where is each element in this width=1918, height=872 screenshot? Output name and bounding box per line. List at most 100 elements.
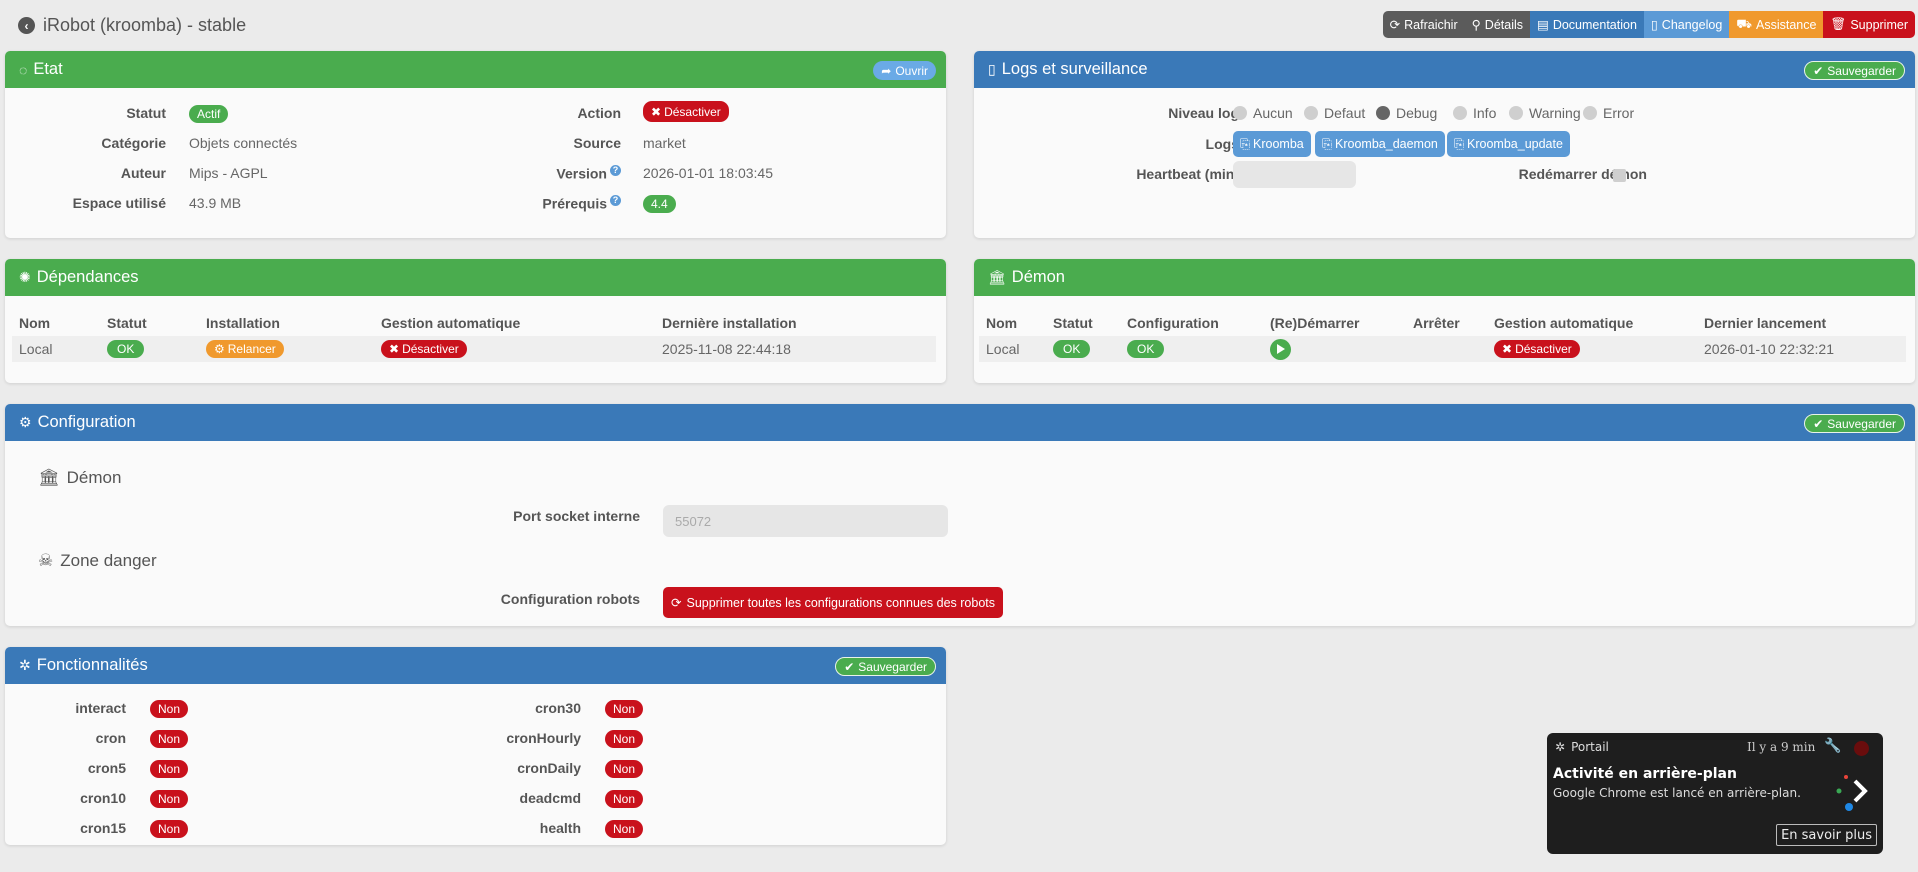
action-label: Action [577,105,621,121]
radio-dot[interactable] [1509,106,1523,120]
col-dernier: Dernier lancement [1704,314,1827,331]
play-button[interactable] [1270,338,1291,360]
wrench-icon[interactable]: 🔧 [1824,738,1841,754]
notification-source: ✲ Portail [1555,740,1609,754]
refresh-button[interactable]: ⟳ Rafraichir [1382,11,1465,38]
prerequis-badge: 4.4 [643,195,676,213]
feature-badge: Non [150,760,189,778]
demon-desactiver-button[interactable]: ✖ Désactiver [1494,340,1580,358]
circle-notch-icon: ◌ [19,61,28,78]
feature-label: interact [75,700,126,716]
delete-button[interactable]: 🗑 Supprimer [1823,11,1915,38]
search-icon: ⚲ [1471,18,1481,32]
times-icon: ✖ [389,342,400,356]
demon-desactiver-label: Désactiver [1515,342,1572,356]
open-button[interactable]: ➦ Ouvrir [873,61,936,80]
dep-desactiver-button[interactable]: ✖ Désactiver [381,340,467,358]
version-value: 2026-01-01 18:03:45 [643,165,773,181]
refresh-icon: ⟳ [1389,18,1401,32]
col-redemarrer: (Re)Démarrer [1270,314,1360,331]
paperclip-icon: ⎘ [1240,136,1251,151]
logs-save-button[interactable]: ✔ Sauvegarder [1804,61,1905,80]
page-header: ‹ iRobot (kroomba) - stable ⟳ Rafraichir … [0,0,1918,50]
radio-dot[interactable] [1233,106,1247,120]
auteur-label: Auteur [120,165,166,181]
radio-error[interactable]: Error [1583,105,1634,121]
delete-robots-config-button[interactable]: ⟳ Supprimer toutes les configurations con… [663,587,1003,618]
fonctionnalites-title: Fonctionnalités [36,656,148,674]
arrow-left-icon[interactable]: ‹ [18,17,35,34]
details-button[interactable]: ⚲ Détails [1464,11,1531,38]
assistance-button[interactable]: ⛟ Assistance [1729,11,1824,38]
details-label: Détails [1484,17,1524,32]
radio-dot[interactable] [1453,106,1467,120]
close-icon[interactable] [1854,741,1869,756]
feature-badge: Non [150,700,189,718]
feature-label: health [539,820,581,836]
background-activity-notification[interactable]: ✲ Portail Il y a 9 min 🔧 Activité en arri… [1547,733,1883,854]
paperclip-icon: ⎘ [1454,136,1465,151]
back-title[interactable]: ‹ iRobot (kroomba) - stable [18,15,246,36]
ambulance-icon: ⛟ [1736,16,1752,31]
port-socket-input[interactable]: 55072 [663,505,948,537]
logs-save-label: Sauvegarder [1827,63,1896,78]
notification-body: Google Chrome est lancé en arrière-plan. [1553,786,1801,800]
question-icon[interactable]: ? [610,165,621,176]
action-value: Désactiver [664,104,721,119]
col-nom: Nom [19,314,51,331]
row-dernier: 2026-01-10 22:32:21 [1697,336,1906,362]
delete-label: Supprimer [1850,17,1908,32]
radio-warning[interactable]: Warning [1509,105,1581,121]
logs-panel: ▯ Logs et surveillance ✔ Sauvegarder Nive… [974,51,1915,238]
radio-dot[interactable] [1304,106,1318,120]
configuration-header: ⚙ Configuration ✔ Sauvegarder [5,404,1915,441]
col-nom: Nom [986,314,1018,331]
row-nom: Local [979,336,1046,362]
desactiver-plugin-button[interactable]: ✖ Désactiver [643,101,729,122]
dependances-table: Nom Statut Installation Gestion automati… [12,309,936,362]
changelog-button[interactable]: ▯ Changelog [1643,11,1730,38]
radio-aucun[interactable]: Aucun [1233,105,1293,121]
restart-demon-label: Redémarrer démon [1518,166,1647,182]
page-title: iRobot (kroomba) - stable [43,15,247,35]
log-kroomba-button[interactable]: ⎘ Kroomba [1233,131,1311,157]
fonct-save-button[interactable]: ✔ Sauvegarder [835,657,936,676]
dependances-header: ✺ Dépendances [5,259,946,296]
university-icon: 🏛 [38,468,60,487]
radio-dot[interactable] [1583,106,1597,120]
danger-section-label: Zone danger [60,551,157,570]
demon-status-badge: OK [1053,340,1091,358]
documentation-button[interactable]: ▤ Documentation [1530,11,1644,38]
puzzle-icon: ✲ [19,657,31,673]
demon-section-title: 🏛 Démon [38,468,121,488]
heartbeat-label: Heartbeat (min) [1136,166,1239,182]
radio-info[interactable]: Info [1453,105,1496,121]
log-label: Kroomba [1253,137,1304,151]
statut-badge: Actif [189,105,229,123]
radio-debug[interactable]: Debug [1376,105,1437,121]
chrome-arrow-icon [1835,771,1875,815]
restart-demon-checkbox[interactable] [1613,169,1626,182]
logs-header: ▯ Logs et surveillance ✔ Sauvegarder [974,51,1915,88]
paperclip-icon: ⎘ [1322,136,1333,151]
log-kroomba-update-button[interactable]: ⎘ Kroomba_update [1447,131,1570,157]
relancer-button[interactable]: ⚙ Relancer [206,340,284,358]
learn-more-button[interactable]: En savoir plus [1776,824,1877,846]
feature-badge: Non [605,820,644,838]
log-kroomba-daemon-button[interactable]: ⎘ Kroomba_daemon [1315,131,1445,157]
configuration-panel: ⚙ Configuration ✔ Sauvegarder 🏛 Démon Port… [5,404,1915,626]
question-icon[interactable]: ? [610,195,621,206]
radio-dot-selected[interactable] [1376,106,1390,120]
delete-robots-config-label: Supprimer toutes les configurations conn… [686,595,995,610]
refresh-label: Rafraichir [1404,17,1458,32]
dep-desactiver-label: Désactiver [402,342,459,356]
source-value: market [643,135,686,151]
heartbeat-input[interactable] [1233,161,1356,188]
feature-badge: Non [605,730,644,748]
demon-config-badge: OK [1127,340,1165,358]
radio-defaut[interactable]: Defaut [1304,105,1365,121]
logs-title: Logs et surveillance [1001,60,1148,78]
config-save-button[interactable]: ✔ Sauvegarder [1804,414,1905,433]
row-nom: Local [12,336,100,362]
demon-panel: 🏛 Démon Nom Statut Configuration (Re)Dém… [974,259,1915,383]
